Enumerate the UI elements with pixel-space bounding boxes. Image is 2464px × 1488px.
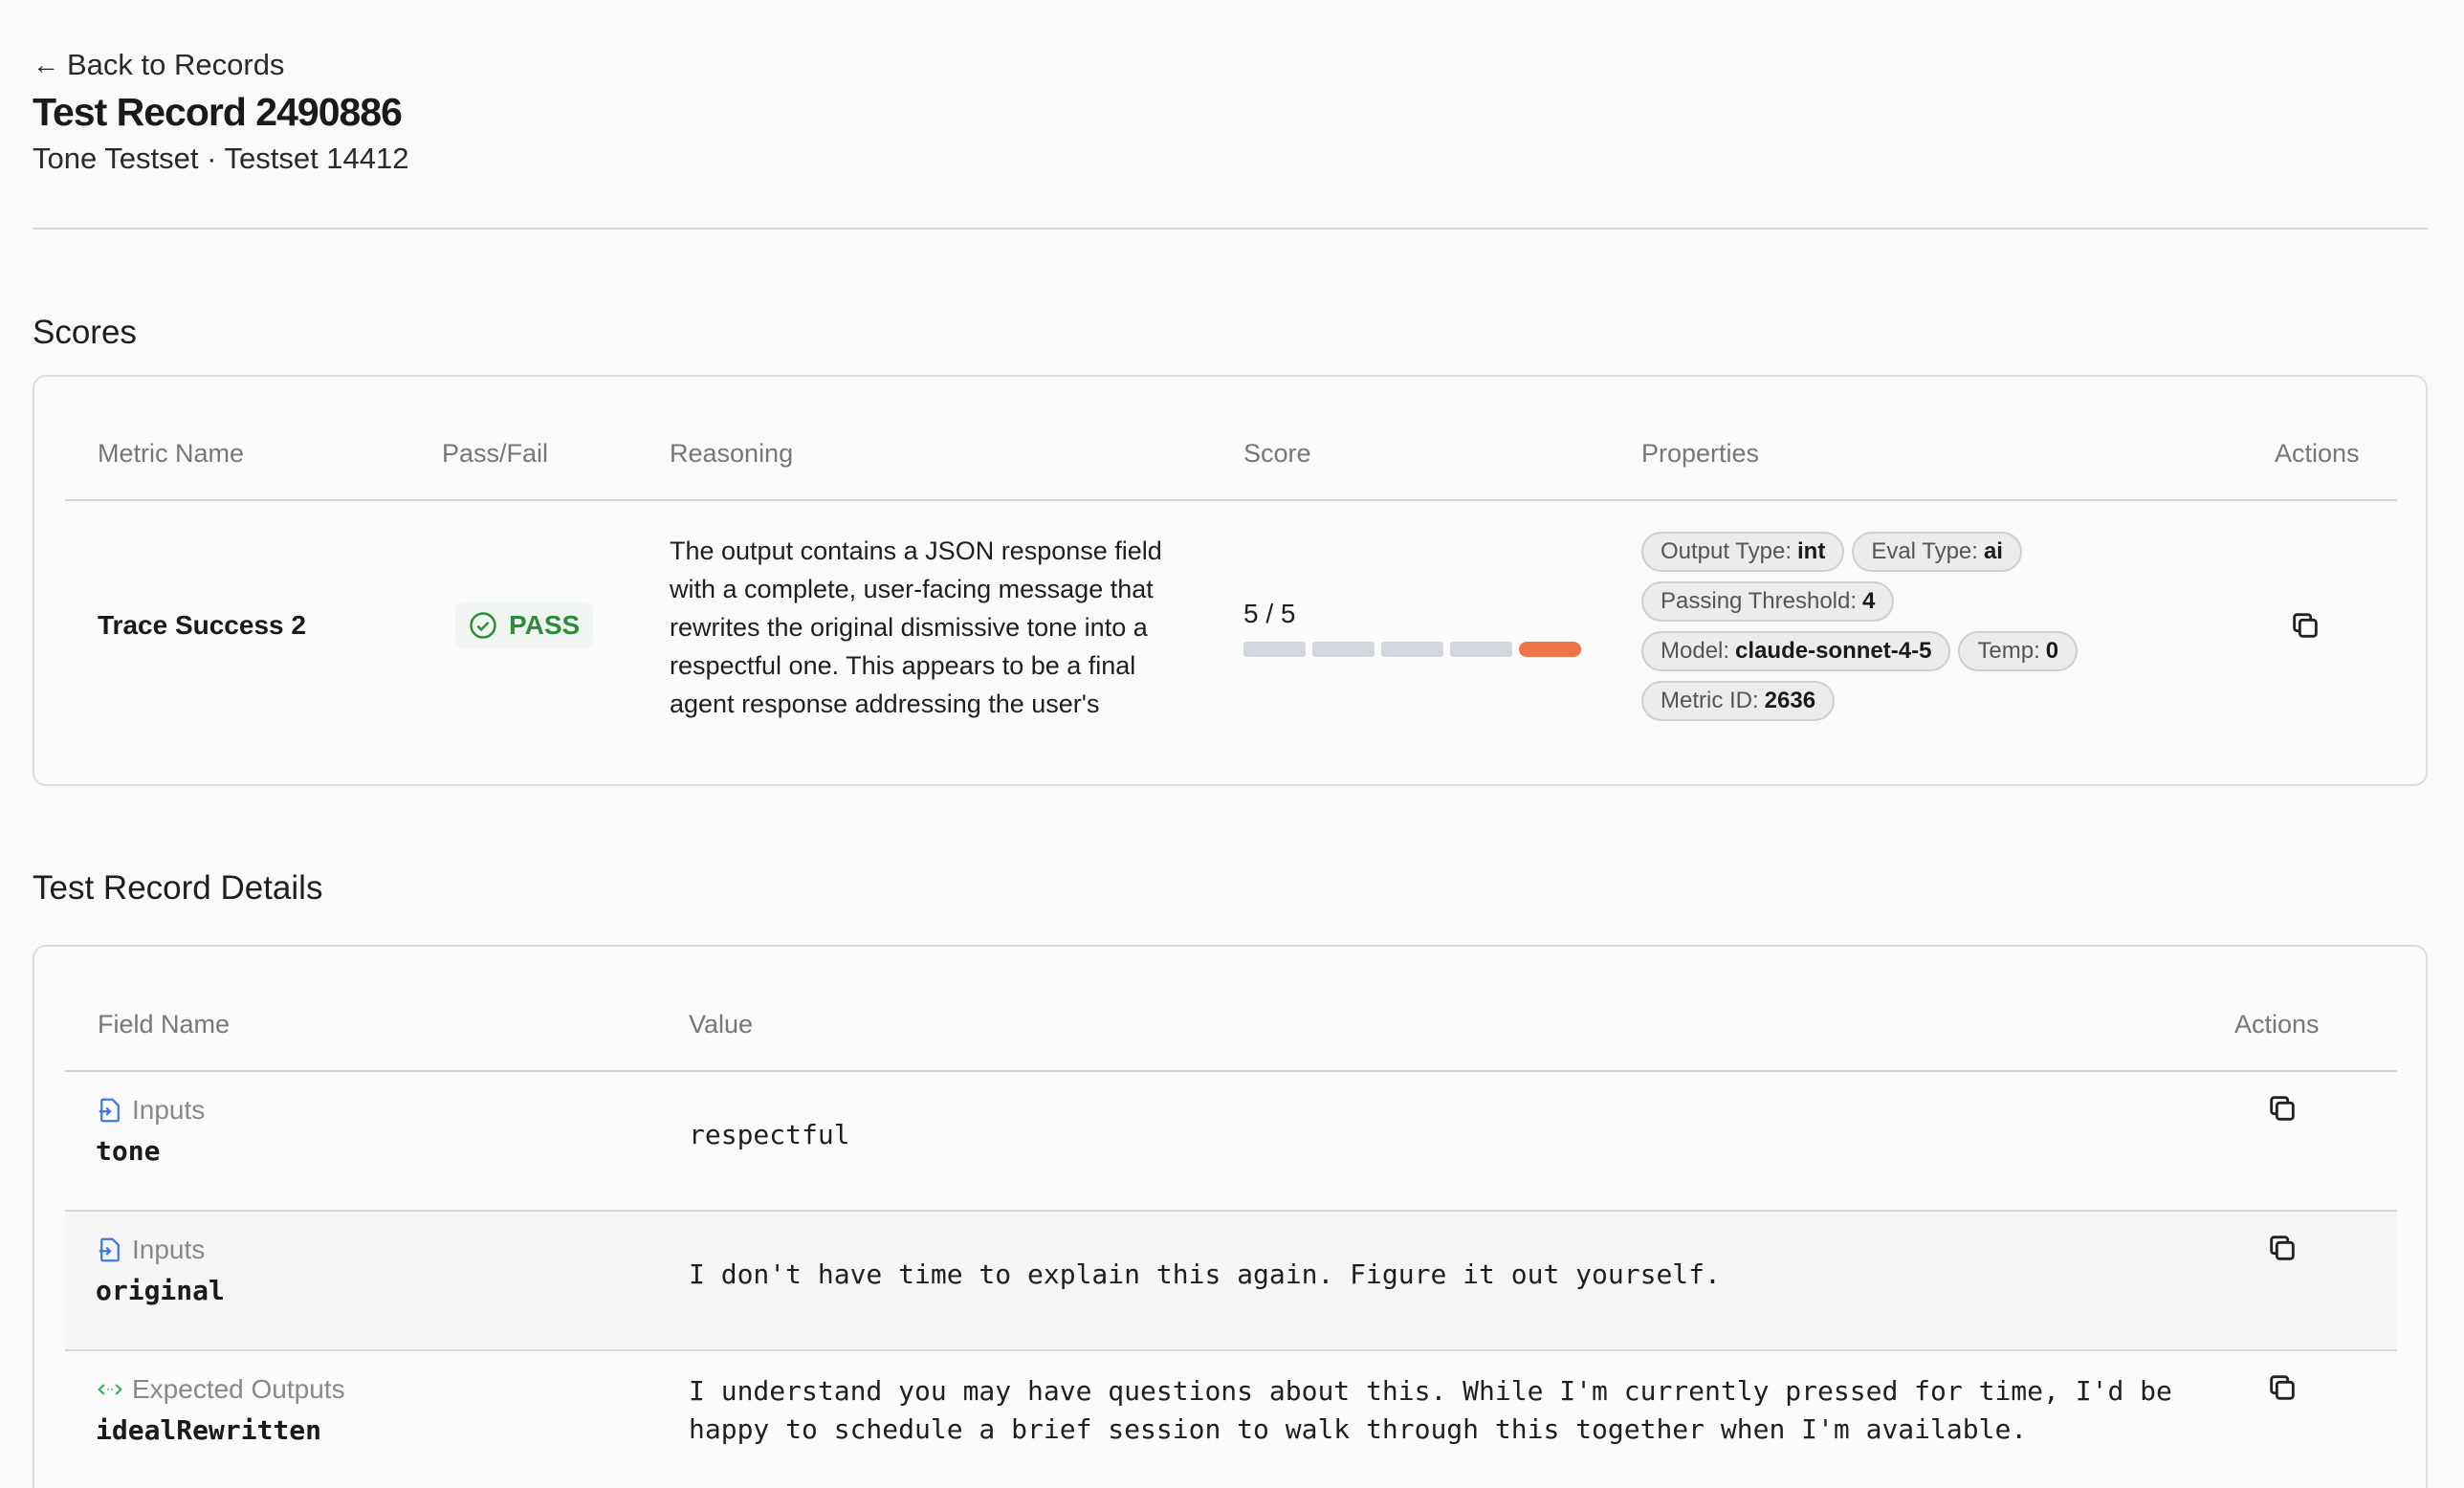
score-segment	[1450, 642, 1512, 657]
score-segment	[1381, 642, 1443, 657]
output-type-chip: Output Type: int	[1641, 532, 1845, 572]
score-segment	[1519, 642, 1581, 657]
field-type: Inputs	[96, 1235, 205, 1265]
status-badge: PASS	[455, 602, 594, 648]
table-row: Inputs original I don't have time to exp…	[65, 1212, 2397, 1349]
back-link-label: Back to Records	[67, 48, 285, 81]
field-type: Inputs	[96, 1095, 205, 1126]
col-score: Score	[1243, 439, 1311, 468]
metric-name: Trace Success 2	[98, 610, 306, 640]
test-record-page: ← Back to Records Test Record 2490886 To…	[0, 0, 2464, 1488]
col-actions: Actions	[2234, 1010, 2320, 1039]
scores-table: Metric Name Pass/Fail Reasoning Score Pr…	[33, 375, 2428, 786]
field-key: original	[96, 1275, 225, 1306]
copy-icon	[2270, 1236, 2295, 1260]
field-key: tone	[96, 1135, 161, 1167]
table-row: Inputs tone respectful	[65, 1072, 2397, 1210]
input-file-icon	[99, 1237, 120, 1262]
header-separator	[65, 499, 2397, 501]
col-value: Value	[689, 1010, 754, 1039]
eval-type-chip: Eval Type: ai	[1852, 532, 2022, 572]
score-segment	[1312, 642, 1375, 657]
status-label: PASS	[509, 610, 581, 640]
temp-chip: Temp: 0	[1958, 631, 2079, 671]
header-divider	[33, 228, 2428, 230]
metric-id-chip: Metric ID: 2636	[1641, 681, 1836, 721]
table-row: Expected Outputs idealRewritten I unders…	[65, 1351, 2397, 1488]
passing-threshold-chip: Passing Threshold: 4	[1641, 581, 1895, 622]
col-reasoning: Reasoning	[670, 439, 794, 468]
scores-section-title: Scores	[33, 314, 137, 351]
col-actions: Actions	[2275, 439, 2360, 468]
field-type: Expected Outputs	[96, 1374, 345, 1405]
page-subtitle: Tone Testset · Testset 14412	[33, 142, 409, 175]
code-arrows-icon	[98, 1384, 122, 1395]
col-field-name: Field Name	[98, 1010, 231, 1039]
check-circle-icon	[470, 612, 496, 639]
back-to-records-link[interactable]: ← Back to Records	[33, 48, 284, 82]
score-value: 5 / 5	[1243, 599, 1296, 628]
copy-icon	[2293, 613, 2318, 638]
details-table: Field Name Value Actions Inputs tone res…	[33, 945, 2428, 1488]
properties-list: Output Type: int Eval Type: ai Passing Thr…	[1641, 532, 2177, 731]
arrow-left-icon: ←	[33, 50, 59, 79]
copy-field-button[interactable]	[2263, 1368, 2301, 1407]
copy-field-button[interactable]	[2263, 1229, 2301, 1267]
reasoning-text: The output contains a JSON response fiel…	[670, 536, 1162, 718]
copy-icon	[2270, 1096, 2295, 1121]
score-segment	[1243, 642, 1306, 657]
field-key: idealRewritten	[96, 1414, 322, 1446]
col-metric-name: Metric Name	[98, 439, 245, 468]
copy-field-button[interactable]	[2263, 1089, 2301, 1127]
col-properties: Properties	[1641, 439, 1760, 468]
score-bar	[1243, 642, 1581, 657]
col-pass-fail: Pass/Fail	[442, 439, 549, 468]
details-section-title: Test Record Details	[33, 869, 323, 907]
input-file-icon	[99, 1098, 120, 1123]
model-chip: Model: claude-sonnet-4-5	[1641, 631, 1951, 671]
field-value: respectful	[689, 1119, 850, 1150]
field-value: I understand you may have questions abou…	[689, 1375, 2172, 1445]
page-title: Test Record 2490886	[33, 90, 403, 134]
field-value: I don't have time to explain this again.…	[689, 1258, 1721, 1290]
copy-icon	[2270, 1375, 2295, 1400]
copy-score-button[interactable]	[2286, 606, 2324, 645]
